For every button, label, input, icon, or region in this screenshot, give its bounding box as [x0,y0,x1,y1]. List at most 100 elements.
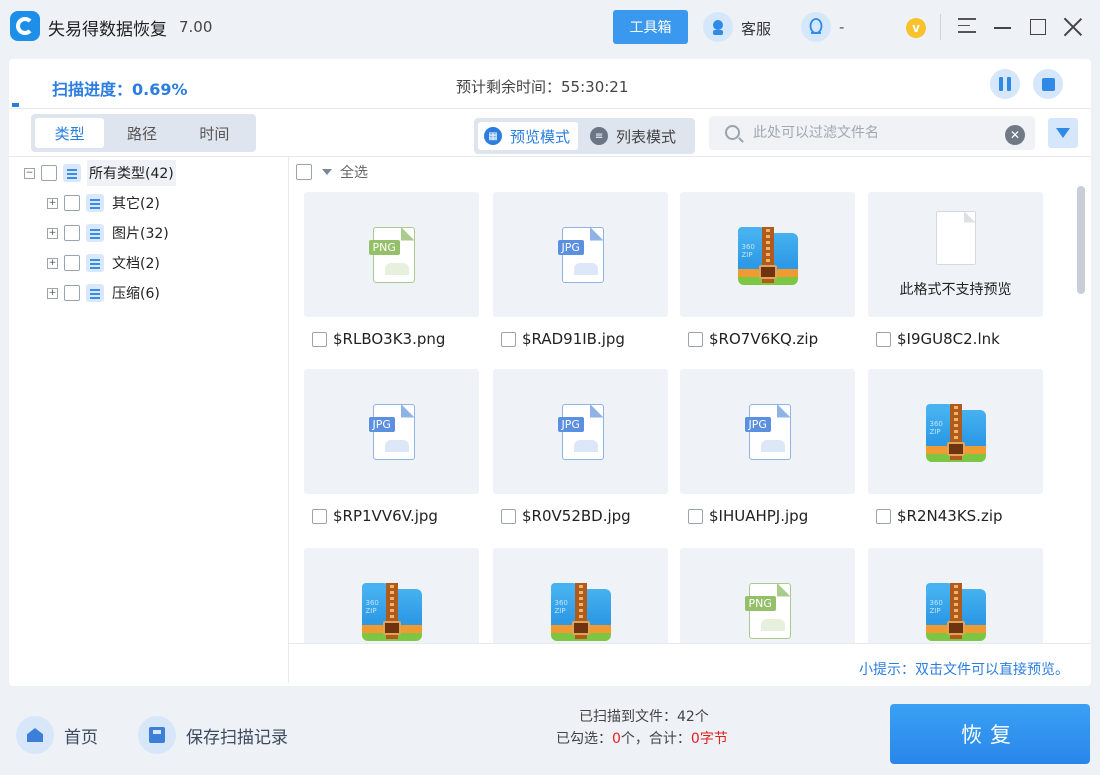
jpg-file-icon: JPG [557,403,604,460]
tab-type[interactable]: 类型 [35,118,105,148]
menu-icon[interactable] [958,18,976,36]
save-scan-record-button[interactable]: 保存扫描记录 [138,716,288,754]
file-tile[interactable]: PNG $RLBO3K3.png [304,192,479,348]
tree-checkbox[interactable] [64,225,80,241]
tree-item-documents[interactable]: + 文档(2) [47,250,162,276]
select-all[interactable]: 全选 [296,162,368,182]
file-thumbnail[interactable]: PNG [304,192,479,317]
filter-button[interactable] [1048,118,1078,148]
recover-button[interactable]: 恢复 [890,704,1090,764]
tree-item-archives[interactable]: + 压缩(6) [47,280,162,306]
file-name-row[interactable]: $RLBO3K3.png [312,330,479,348]
file-name-row[interactable]: $RO7V6KQ.zip [688,330,855,348]
qq-account-label[interactable]: - [839,18,844,36]
file-checkbox[interactable] [688,508,703,524]
file-thumbnail[interactable]: 360 ZIP [304,548,479,643]
file-tile[interactable]: 此格式不支持预览 $I9GU8C2.lnk [868,192,1043,348]
scrollbar-thumb[interactable] [1077,186,1085,294]
file-tile[interactable]: JPG $IHUAHPJ.jpg [680,369,855,525]
file-name-row[interactable]: $R0V52BD.jpg [501,507,668,525]
file-name-row[interactable]: $R2N43KS.zip [876,507,1043,525]
file-checkbox[interactable] [876,508,891,524]
file-tile[interactable]: 360 ZIP [304,548,479,643]
image-icon [86,224,104,242]
vip-icon[interactable]: v [906,18,926,38]
file-thumbnail[interactable]: JPG [304,369,479,494]
file-thumbnail[interactable]: JPG [493,369,668,494]
file-name-row[interactable]: $IHUAHPJ.jpg [688,507,855,525]
file-thumbnail[interactable]: 360 ZIP [868,369,1043,494]
tab-path[interactable]: 路径 [107,118,176,148]
file-tile[interactable]: JPG $RAD91IB.jpg [493,192,668,348]
toolbox-button[interactable]: 工具箱 [613,10,688,44]
tree-item-images[interactable]: + 图片(32) [47,220,171,246]
file-tile[interactable]: JPG $R0V52BD.jpg [493,369,668,525]
grid-scrollbar[interactable] [1077,186,1085,643]
file-tile[interactable]: JPG $RP1VV6V.jpg [304,369,479,525]
file-thumbnail[interactable]: JPG [680,369,855,494]
tree-checkbox[interactable] [64,195,80,211]
file-thumbnail[interactable]: 此格式不支持预览 [868,192,1043,317]
file-tile[interactable]: 360 ZIP [868,548,1043,643]
file-tile[interactable]: 360 ZIP [493,548,668,643]
file-tile[interactable]: 360 ZIP $RO7V6KQ.zip [680,192,855,348]
file-checkbox[interactable] [501,331,516,347]
list-mode-button[interactable]: ≡ 列表模式 [584,122,684,150]
no-preview-text: 此格式不支持预览 [899,281,1012,298]
minimize-icon[interactable] [994,27,1011,29]
file-name: $RP1VV6V.jpg [333,507,438,525]
file-name-row[interactable]: $RP1VV6V.jpg [312,507,479,525]
jpg-file-icon: JPG [744,403,791,460]
tree-checkbox[interactable] [64,255,80,271]
qq-icon[interactable] [801,12,831,42]
clear-search-icon[interactable]: ✕ [1005,125,1025,145]
maximize-icon[interactable] [1030,19,1046,35]
customer-service-label[interactable]: 客服 [741,18,771,39]
selected-prefix: 已勾选： [556,731,612,747]
tree-item-all-types[interactable]: − 所有类型(42) [24,160,176,186]
expand-icon[interactable]: + [47,197,58,209]
close-icon[interactable] [1063,17,1083,37]
expand-icon[interactable]: + [47,227,58,239]
collapse-icon[interactable]: − [24,167,35,179]
file-name-row[interactable]: $RAD91IB.jpg [501,330,668,348]
filter-filename-input[interactable] [753,122,993,144]
tree-item-other[interactable]: + 其它(2) [47,190,162,216]
select-all-checkbox[interactable] [296,164,312,180]
file-checkbox[interactable] [501,508,516,524]
expand-icon[interactable]: + [47,287,58,299]
file-checkbox[interactable] [688,331,703,347]
scan-stats: 已扫描到文件：42个 已勾选：0个，合计：0字节 [556,706,728,750]
file-thumbnail[interactable]: 360 ZIP [868,548,1043,643]
file-checkbox[interactable] [312,508,327,524]
pause-scan-button[interactable] [990,69,1020,99]
file-tile[interactable]: PNG [680,548,855,643]
file-name-row[interactable]: $I9GU8C2.lnk [876,330,1043,348]
tree-checkbox[interactable] [41,165,57,181]
tree-checkbox[interactable] [64,285,80,301]
home-button[interactable]: 首页 [16,716,98,754]
file-checkbox[interactable] [312,331,327,347]
file-thumbnail[interactable]: 360 ZIP [493,548,668,643]
tip-divider [289,643,1091,644]
selected-count: 0 [612,731,621,747]
jpg-file-icon: JPG [557,226,604,283]
file-thumbnail[interactable]: PNG [680,548,855,643]
selected-size: 0字节 [690,731,728,747]
zip-archive-icon: 360 ZIP [925,402,986,462]
estimated-time-remaining: 预计剩余时间：55:30:21 [456,76,628,97]
file-thumbnail[interactable]: JPG [493,192,668,317]
file-thumbnail[interactable]: 360 ZIP [680,192,855,317]
file-checkbox[interactable] [876,331,891,347]
chevron-down-icon[interactable] [322,169,332,175]
customer-service-icon[interactable] [703,12,733,42]
tree-label: 文档(2) [112,256,160,272]
file-name: $R2N43KS.zip [897,507,1003,525]
zip-archive-icon: 360 ZIP [361,581,422,641]
stop-scan-button[interactable] [1033,69,1063,99]
select-all-label: 全选 [340,165,368,181]
tab-time[interactable]: 时间 [180,118,249,148]
preview-mode-button[interactable]: ▦ 预览模式 [478,122,579,150]
file-tile[interactable]: 360 ZIP $R2N43KS.zip [868,369,1043,525]
expand-icon[interactable]: + [47,257,58,269]
